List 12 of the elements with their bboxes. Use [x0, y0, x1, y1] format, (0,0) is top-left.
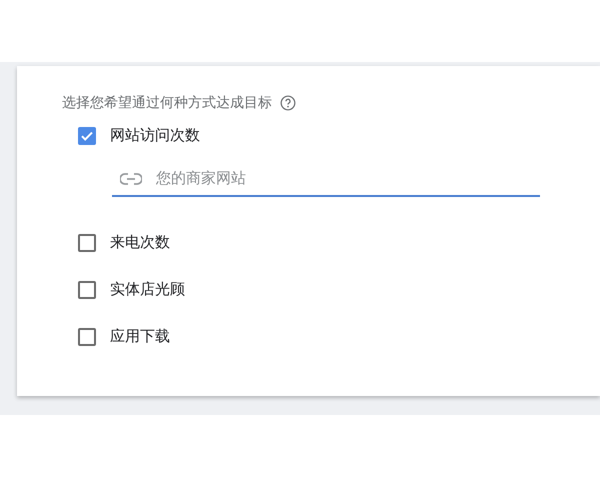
question-text: 选择您希望通过何种方式达成目标 [62, 94, 272, 112]
checkbox[interactable] [78, 328, 96, 346]
option-label: 实体店光顾 [110, 280, 185, 299]
option-label: 应用下载 [110, 327, 170, 346]
checkbox[interactable] [78, 234, 96, 252]
link-icon [120, 173, 142, 185]
url-field[interactable]: 您的商家网站 [112, 161, 540, 197]
help-icon[interactable] [280, 95, 296, 111]
option-label: 来电次数 [110, 233, 170, 252]
option-label: 网站访问次数 [110, 126, 200, 145]
checkbox[interactable] [78, 126, 96, 144]
checkbox[interactable] [78, 280, 96, 298]
